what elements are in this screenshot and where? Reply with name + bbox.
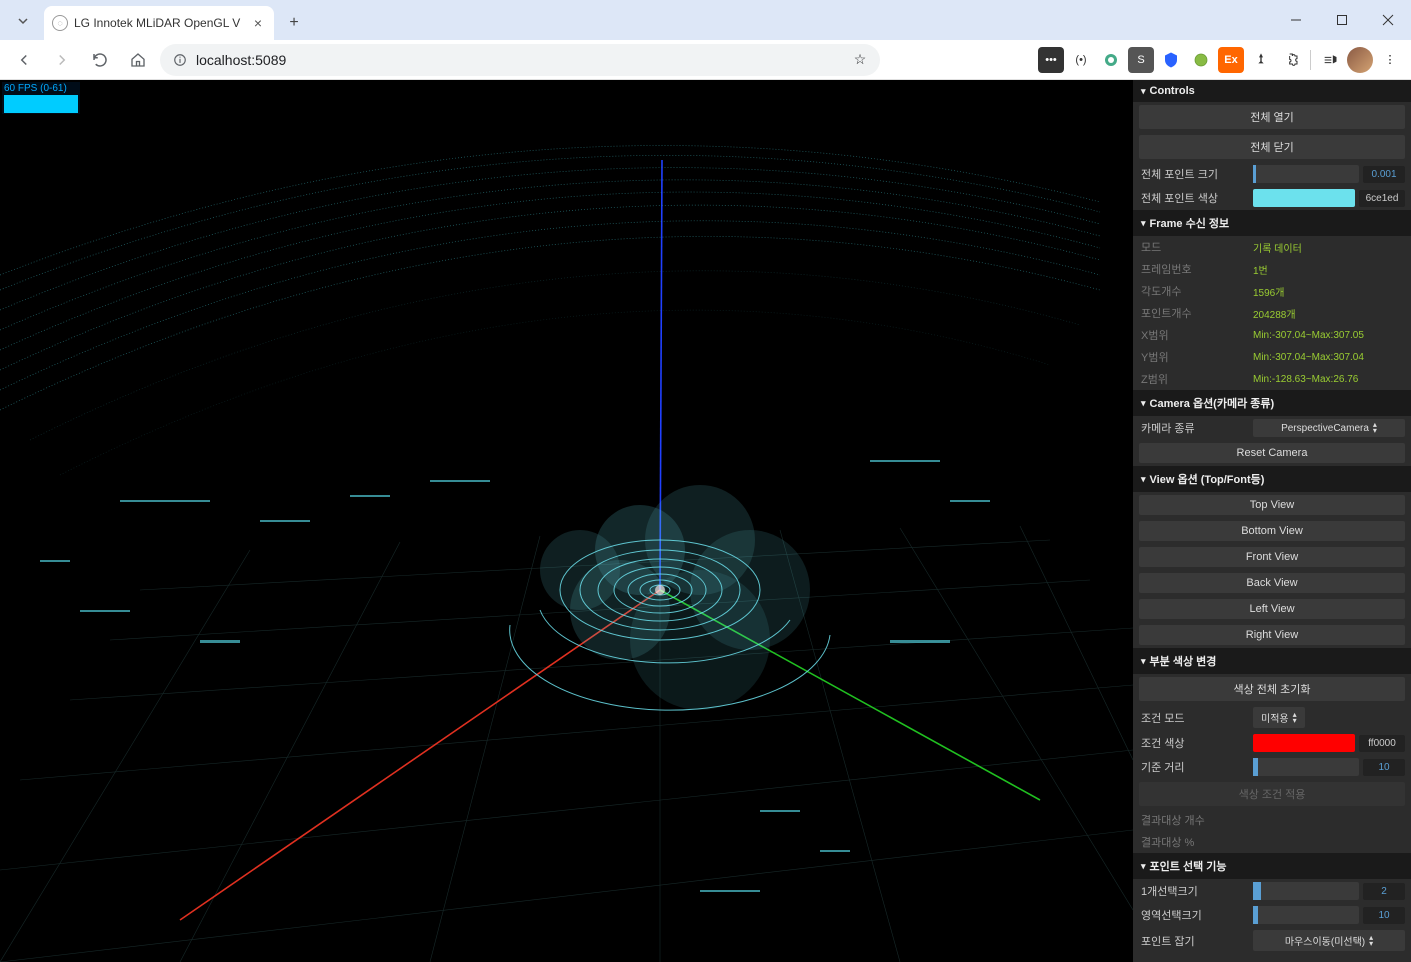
top-view-button[interactable]: Top View (1139, 495, 1405, 515)
extension-icon[interactable]: ••• (1038, 47, 1064, 73)
frame-mode-value: 기록 데이터 (1253, 240, 1405, 255)
reset-color-button[interactable]: 색상 전체 초기화 (1139, 677, 1405, 701)
media-control-icon[interactable] (1317, 47, 1343, 73)
pin-icon[interactable] (1248, 47, 1274, 73)
control-panel[interactable]: ▾Controls 전체 열기 전체 닫기 전체 포인트 크기 0.001 전체… (1133, 80, 1411, 962)
point-grab-select[interactable]: 마우스이동(미선택)▴▾ (1253, 930, 1405, 951)
angle-count-value: 1596개 (1253, 284, 1405, 299)
extension-icon[interactable] (1158, 47, 1184, 73)
chevron-down-icon: ▾ (1141, 398, 1146, 409)
reset-camera-button[interactable]: Reset Camera (1139, 443, 1405, 463)
app-content: 60 FPS (0-61) (0, 80, 1411, 962)
browser-menu-icon[interactable]: ⋮ (1377, 47, 1403, 73)
bottom-view-button[interactable]: Bottom View (1139, 521, 1405, 541)
minimize-button[interactable] (1273, 0, 1319, 40)
chevron-down-icon: ▾ (1141, 218, 1146, 229)
point-color-swatch[interactable] (1253, 189, 1355, 207)
point-size-slider[interactable] (1253, 165, 1359, 183)
section-camera-header[interactable]: ▾Camera 옵션(카메라 종류) (1133, 390, 1411, 416)
open-all-button[interactable]: 전체 열기 (1139, 105, 1405, 129)
address-bar[interactable]: localhost:5089 ☆ (160, 44, 880, 76)
point-count-value: 204288개 (1253, 306, 1405, 321)
forward-button[interactable] (46, 44, 78, 76)
chevron-down-icon: ▾ (1141, 656, 1146, 667)
back-button[interactable] (8, 44, 40, 76)
point-color-label: 전체 포인트 색상 (1139, 190, 1249, 206)
x-range-value: Min:-307.04~Max:307.05 (1253, 330, 1405, 341)
home-button[interactable] (122, 44, 154, 76)
reload-button[interactable] (84, 44, 116, 76)
extension-icon[interactable] (1188, 47, 1214, 73)
profile-avatar[interactable] (1347, 47, 1373, 73)
back-view-button[interactable]: Back View (1139, 573, 1405, 593)
extensions-menu-icon[interactable] (1278, 47, 1304, 73)
z-range-value: Min:-128.63~Max:26.76 (1253, 374, 1405, 385)
camera-type-select[interactable]: PerspectiveCamera▴▾ (1253, 419, 1405, 437)
condition-mode-select[interactable]: 미적용▴▾ (1253, 707, 1305, 728)
point-size-value[interactable]: 0.001 (1363, 166, 1405, 183)
left-view-button[interactable]: Left View (1139, 599, 1405, 619)
extension-icon[interactable]: (•) (1068, 47, 1094, 73)
fps-counter: 60 FPS (0-61) (2, 82, 80, 114)
updown-icon: ▴▾ (1373, 422, 1377, 434)
browser-tab[interactable]: ◌ LG Innotek MLiDAR OpenGL V × (44, 6, 274, 40)
tab-favicon-icon: ◌ (52, 15, 68, 31)
chevron-down-icon: ▾ (1141, 86, 1146, 97)
extension-icon[interactable] (1098, 47, 1124, 73)
section-partial-color-header[interactable]: ▾부분 색상 변경 (1133, 648, 1411, 674)
frame-number-value: 1번 (1253, 262, 1405, 277)
url-text: localhost:5089 (196, 52, 286, 68)
lidar-render (0, 80, 1133, 962)
area-select-slider[interactable] (1253, 906, 1359, 924)
single-select-slider[interactable] (1253, 882, 1359, 900)
tab-list-dropdown[interactable] (6, 6, 40, 36)
updown-icon: ▴▾ (1369, 935, 1373, 947)
condition-color-hex[interactable]: ff0000 (1359, 735, 1405, 752)
site-info-icon[interactable] (172, 52, 188, 68)
section-controls-header[interactable]: ▾Controls (1133, 80, 1411, 102)
extension-icon[interactable]: Ex (1218, 47, 1244, 73)
apply-color-button[interactable]: 색상 조건 적용 (1139, 782, 1405, 806)
right-view-button[interactable]: Right View (1139, 625, 1405, 645)
area-select-value[interactable]: 10 (1363, 907, 1405, 924)
distance-slider[interactable] (1253, 758, 1359, 776)
section-frame-header[interactable]: ▾Frame 수신 정보 (1133, 210, 1411, 236)
new-tab-button[interactable]: + (280, 9, 308, 37)
browser-toolbar: localhost:5089 ☆ ••• (•) S Ex ⋮ (0, 40, 1411, 80)
close-window-button[interactable] (1365, 0, 1411, 40)
close-all-button[interactable]: 전체 닫기 (1139, 135, 1405, 159)
front-view-button[interactable]: Front View (1139, 547, 1405, 567)
bookmark-star-icon[interactable]: ☆ (852, 52, 868, 68)
section-point-select-header[interactable]: ▾포인트 선택 기능 (1133, 853, 1411, 879)
separator (1310, 50, 1311, 70)
point-color-hex[interactable]: 6ce1ed (1359, 190, 1405, 207)
section-view-header[interactable]: ▾View 옵션 (Top/Font등) (1133, 466, 1411, 492)
single-select-value[interactable]: 2 (1363, 883, 1405, 900)
point-size-label: 전체 포인트 크기 (1139, 166, 1249, 182)
chevron-down-icon: ▾ (1141, 474, 1146, 485)
extension-icon[interactable]: S (1128, 47, 1154, 73)
tab-close-icon[interactable]: × (250, 15, 266, 31)
updown-icon: ▴▾ (1293, 712, 1297, 724)
y-range-value: Min:-307.04~Max:307.04 (1253, 352, 1405, 363)
chevron-down-icon: ▾ (1141, 861, 1146, 872)
maximize-button[interactable] (1319, 0, 1365, 40)
distance-value[interactable]: 10 (1363, 759, 1405, 776)
condition-color-swatch[interactable] (1253, 734, 1355, 752)
window-controls (1273, 0, 1411, 40)
tab-title: LG Innotek MLiDAR OpenGL V (74, 16, 244, 30)
lidar-canvas[interactable]: 60 FPS (0-61) (0, 80, 1133, 962)
browser-titlebar: ◌ LG Innotek MLiDAR OpenGL V × + (0, 0, 1411, 40)
